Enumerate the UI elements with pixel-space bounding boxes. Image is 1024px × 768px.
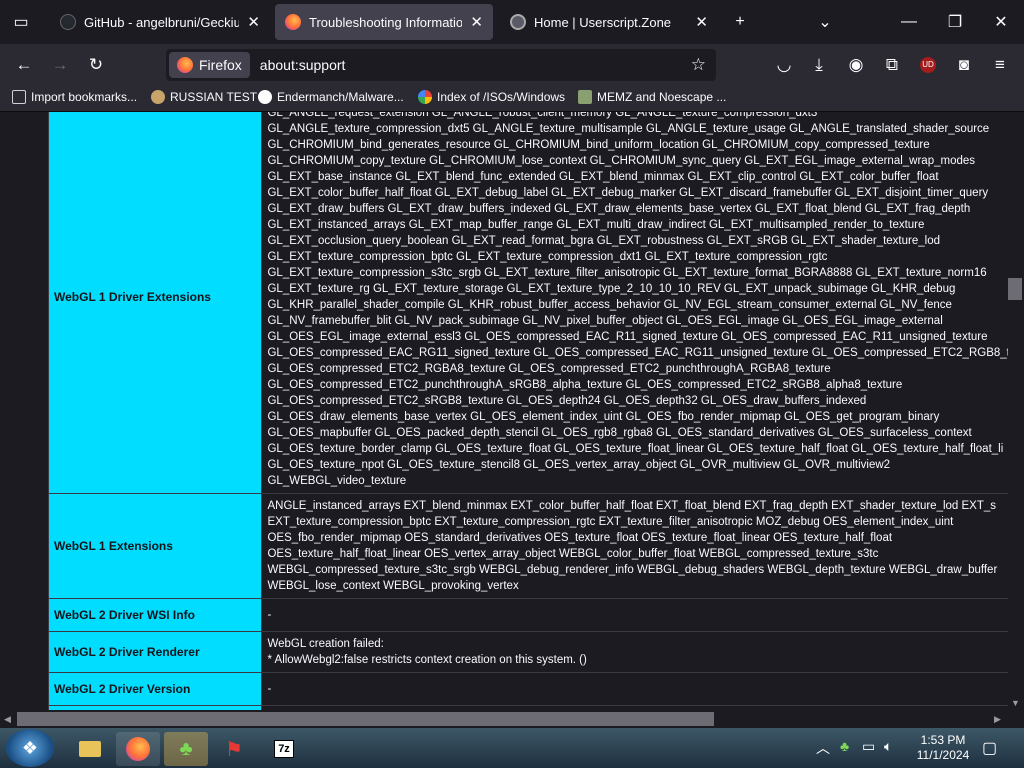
scroll-right-arrow-icon[interactable]: ▶ — [994, 714, 1001, 725]
tab-label: GitHub - angelbruni/Geckium: — [84, 14, 240, 30]
horizontal-scroll-thumb[interactable] — [17, 712, 714, 726]
app-menu-icon[interactable]: ≡ — [985, 50, 1015, 80]
bookmark-memz[interactable]: MEMZ and Noescape ... — [578, 90, 726, 104]
extensions-icon[interactable]: ⧉ — [877, 50, 907, 80]
flag-app-icon[interactable]: ⚑ — [212, 732, 256, 766]
row-key: WebGL 1 Driver Extensions — [47, 112, 263, 494]
bookmark-label: Import bookmarks... — [31, 90, 138, 104]
bookmark-label: MEMZ and Noescape ... — [597, 90, 727, 104]
tab-github[interactable]: GitHub - angelbruni/Geckium: ✕ — [50, 4, 270, 40]
show-hidden-icons-icon[interactable]: ︿ — [816, 738, 830, 758]
row-key: WebGL 2 Driver Renderer — [47, 631, 263, 673]
import-icon — [12, 90, 26, 104]
vertical-scroll-thumb[interactable] — [1008, 278, 1022, 300]
bookmark-label: Index of /ISOs/Windows — [437, 90, 566, 104]
extension-glasses-icon[interactable]: ◙ — [949, 50, 979, 80]
identity-box[interactable]: Firefox — [169, 52, 250, 78]
github-favicon — [258, 90, 272, 104]
clock-time: 1:53 PM — [920, 733, 966, 747]
start-button[interactable]: ❖ — [6, 729, 54, 767]
graphics-table: WebGL 1 Driver Extensions GL_ANGLE_reque… — [47, 112, 1008, 710]
bookmark-star-icon[interactable]: ☆ — [691, 55, 706, 75]
page-content: WebGL 1 Driver Extensions GL_ANGLE_reque… — [0, 112, 1008, 710]
pocket-icon[interactable]: ◡ — [769, 50, 799, 80]
firefox-view-icon[interactable]: ▭ — [0, 0, 42, 44]
forward-icon[interactable]: → — [45, 50, 75, 80]
close-tab-icon[interactable]: ✕ — [470, 13, 483, 31]
table-row: WebGL 2 Driver Renderer WebGL creation f… — [47, 631, 1008, 673]
row-key: WebGL 2 Driver WSI Info — [47, 598, 263, 632]
identity-label: Firefox — [199, 57, 242, 73]
navigation-toolbar: ← → ↻ Firefox about:support ☆ ◡ ⤓ ◉ ⧉ UD… — [0, 44, 1024, 86]
msn-messenger-icon[interactable]: ♣ — [164, 732, 208, 766]
file-explorer-icon[interactable] — [68, 732, 112, 766]
messenger-tray-icon[interactable]: ♣ — [840, 738, 849, 754]
close-window-icon[interactable]: ✕ — [978, 0, 1024, 44]
bookmarks-toolbar: Import bookmarks... RUSSIAN TEST Enderma… — [0, 86, 1024, 112]
bookmark-label: Endermanch/Malware... — [277, 90, 404, 104]
userscript-favicon — [510, 14, 526, 30]
scroll-down-arrow-icon[interactable]: ▼ — [1011, 698, 1020, 708]
tab-troubleshooting[interactable]: Troubleshooting Information ✕ — [275, 4, 493, 40]
close-tab-icon[interactable]: ✕ — [247, 13, 260, 31]
restore-icon[interactable]: ❐ — [932, 0, 978, 44]
bookmark-endermanch[interactable]: Endermanch/Malware... — [258, 90, 404, 104]
table-row: WebGL 2 Driver WSI Info - — [47, 598, 1008, 632]
memz-favicon — [578, 90, 592, 104]
google-favicon — [418, 90, 432, 104]
url-text[interactable]: about:support — [260, 57, 346, 73]
scroll-left-arrow-icon[interactable]: ◀ — [4, 714, 11, 725]
7zip-icon[interactable]: 7z — [262, 732, 306, 766]
github-favicon — [60, 14, 76, 30]
row-key: WebGL 2 Driver Version — [47, 672, 263, 706]
tab-strip: ▭ GitHub - angelbruni/Geckium: ✕ Trouble… — [0, 0, 1024, 44]
action-center-icon[interactable]: ▢ — [982, 738, 997, 758]
row-value: - — [261, 672, 1008, 706]
minimize-icon[interactable]: — — [886, 0, 932, 44]
row-value: - — [261, 598, 1008, 632]
row-value: WebGL creation failed: * AllowWebgl2:fal… — [261, 631, 1008, 673]
new-tab-icon[interactable]: + — [717, 0, 763, 44]
network-icon[interactable]: ▭ — [862, 738, 875, 755]
russian-test-favicon — [151, 90, 165, 104]
back-icon[interactable]: ← — [9, 50, 39, 80]
account-icon[interactable]: ◉ — [841, 50, 871, 80]
firefox-favicon — [285, 14, 301, 30]
tab-label: Home | Userscript.Zone — [534, 14, 672, 30]
bookmark-label: RUSSIAN TEST — [170, 90, 258, 104]
row-value: ANGLE_instanced_arrays EXT_blend_minmax … — [261, 493, 1008, 599]
tab-userscript-zone[interactable]: Home | Userscript.Zone ✕ — [500, 4, 718, 40]
bookmark-isos[interactable]: Index of /ISOs/Windows — [418, 90, 565, 104]
bookmark-import[interactable]: Import bookmarks... — [12, 90, 137, 104]
row-value: GL_ANGLE_request_extension GL_ANGLE_robu… — [261, 112, 1008, 494]
firefox-icon — [177, 57, 193, 73]
clock[interactable]: 1:53 PM 11/1/2024 — [908, 733, 978, 763]
vertical-scrollbar[interactable] — [1008, 112, 1024, 710]
reload-icon[interactable]: ↻ — [81, 50, 111, 80]
bookmark-russian-test[interactable]: RUSSIAN TEST — [151, 90, 257, 104]
table-row: WebGL 1 Driver Extensions GL_ANGLE_reque… — [47, 112, 1008, 494]
tab-label: Troubleshooting Information — [309, 14, 463, 30]
close-tab-icon[interactable]: ✕ — [695, 13, 708, 31]
clock-date: 11/1/2024 — [916, 748, 970, 762]
7zip-label: 7z — [274, 740, 294, 758]
table-row: WebGL 1 Extensions ANGLE_instanced_array… — [47, 493, 1008, 599]
list-all-tabs-icon[interactable]: ⌄ — [802, 0, 848, 44]
downloads-icon[interactable]: ⤓ — [804, 50, 834, 80]
volume-icon[interactable]: 🔈︎ — [884, 738, 892, 755]
ublock-origin-icon[interactable]: UD — [913, 50, 943, 80]
firefox-icon[interactable] — [116, 732, 160, 766]
windows-taskbar: ❖ ♣ ⚑ 7z ︿ ♣ ▭ 🔈︎ 1:53 PM 11/1/2024 ▢ — [0, 728, 1024, 768]
row-key: WebGL 1 Extensions — [47, 493, 263, 599]
url-bar[interactable]: Firefox about:support ☆ — [166, 49, 716, 81]
table-row: WebGL 2 Driver Version - — [47, 672, 1008, 706]
